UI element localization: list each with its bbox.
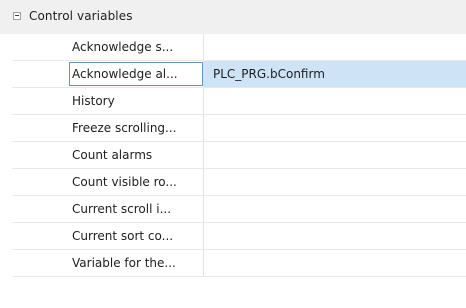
property-value-field[interactable]	[204, 115, 466, 141]
property-name: Count visible ro...	[12, 169, 204, 195]
collapse-icon[interactable]	[13, 12, 21, 20]
property-value-field[interactable]	[204, 196, 466, 222]
property-value-field[interactable]	[204, 250, 466, 276]
property-row[interactable]: Current sort co...	[12, 223, 466, 250]
group-header-control-variables[interactable]: Control variables	[0, 0, 466, 34]
property-name: Current sort co...	[12, 223, 204, 249]
property-name: Count alarms	[12, 142, 204, 168]
property-row[interactable]: Freeze scrolling...	[12, 115, 466, 142]
property-grid: Control variables Acknowledge s... Ackno…	[0, 0, 466, 308]
property-name: Freeze scrolling...	[12, 115, 204, 141]
property-row[interactable]: Acknowledge s...	[12, 34, 466, 61]
property-value-field[interactable]	[204, 34, 466, 60]
property-row[interactable]: Count visible ro...	[12, 169, 466, 196]
property-name: Current scroll i...	[12, 196, 204, 222]
property-name: Variable for the...	[12, 250, 204, 276]
property-value-field[interactable]	[204, 142, 466, 168]
property-value-field[interactable]	[204, 223, 466, 249]
property-row[interactable]: History	[12, 88, 466, 115]
property-row[interactable]: Current scroll i...	[12, 196, 466, 223]
property-value-field[interactable]: PLC_PRG.bConfirm	[204, 61, 466, 87]
property-row[interactable]: Variable for the...	[12, 250, 466, 277]
property-name: History	[12, 88, 204, 114]
property-name: Acknowledge al...	[12, 61, 204, 87]
grid-gutter	[0, 0, 12, 308]
group-label: Control variables	[29, 9, 133, 23]
property-row-selected[interactable]: Acknowledge al... PLC_PRG.bConfirm	[12, 61, 466, 88]
property-value-field[interactable]	[204, 88, 466, 114]
property-name: Acknowledge s...	[12, 34, 204, 60]
property-value-field[interactable]	[204, 169, 466, 195]
property-row[interactable]: Count alarms	[12, 142, 466, 169]
